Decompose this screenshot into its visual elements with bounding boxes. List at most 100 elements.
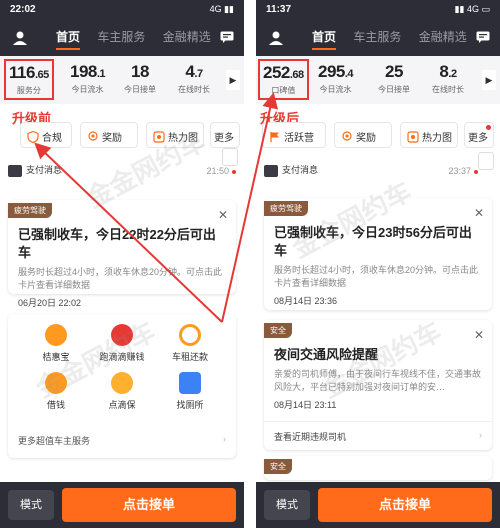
stat-online-hours[interactable]: 4.7 在线时长	[178, 62, 210, 95]
service-label: 点滴保	[108, 400, 136, 410]
service-label: 借钱	[46, 400, 65, 410]
close-icon[interactable]: ✕	[474, 328, 484, 342]
compliance-button[interactable]: 合规	[20, 122, 72, 148]
notification-dot	[486, 125, 491, 130]
tab-home[interactable]: 首页	[56, 28, 81, 50]
status-bar: 22:02 4G ▮▮	[0, 0, 244, 20]
stat-decimal: .68	[289, 69, 304, 81]
avatar-icon[interactable]	[12, 30, 28, 46]
stat-value: 18	[131, 62, 149, 81]
orange-cycle-icon	[179, 324, 201, 346]
chevron-right-icon[interactable]: ▶	[482, 70, 496, 90]
top-nav: 首页 车主服务 金融精选	[0, 24, 244, 50]
red-money-bag-icon	[111, 324, 133, 346]
medal-icon	[342, 130, 352, 141]
service-item[interactable]: 桔惠宝	[24, 324, 88, 363]
heatmap-button[interactable]: 热力图	[146, 122, 204, 148]
chevron-right-icon: ›	[479, 430, 482, 440]
stat-label: 在线时长	[432, 85, 464, 94]
tab-finance[interactable]: 金融精选	[163, 28, 211, 45]
reward-button[interactable]: 奖励	[334, 122, 392, 148]
mode-button[interactable]: 模式	[264, 490, 310, 520]
more-services-link[interactable]: 更多超值车主服务 ›	[18, 434, 226, 447]
unread-dot	[474, 169, 478, 174]
stat-value: 252	[263, 63, 290, 82]
close-icon[interactable]: ✕	[218, 208, 228, 222]
message-icon[interactable]	[220, 31, 234, 43]
take-order-button[interactable]: 点击接单	[62, 488, 236, 522]
quick-label: 热力图	[168, 133, 198, 144]
stats-row: 252.68 口碑值 295.4 今日流水 25 今日接单 8.2 在线时长 ▶	[256, 56, 500, 104]
service-item[interactable]: 找厕所	[158, 372, 222, 411]
stat-value: 25	[385, 62, 403, 81]
more-button[interactable]: 更多	[210, 122, 240, 148]
tab-finance[interactable]: 金融精选	[419, 28, 467, 45]
status-signal: 4G ▮▮	[209, 4, 234, 14]
card-title: 已强制收车，今日23时56分后可出车	[274, 225, 472, 258]
card-badge: 安全	[264, 323, 292, 338]
stat-today-orders[interactable]: 18 今日接单	[124, 62, 156, 95]
avatar-icon[interactable]	[268, 30, 284, 46]
stat-online-hours[interactable]: 8.2 在线时长	[432, 62, 464, 95]
restroom-icon	[179, 372, 201, 394]
left-phone-screen: 22:02 4G ▮▮ 首页 车主服务 金融精选 116.65 服务分 198.…	[0, 0, 244, 528]
payment-message-row[interactable]: 支付消息 23:37	[264, 163, 492, 183]
fatigue-card[interactable]: 疲劳驾驶 ✕ 已强制收车，今日22时22分后可出车 服务时长超过4小时，须收车休…	[8, 200, 236, 308]
status-time: 11:37	[266, 4, 292, 15]
card-body: 亲爱的司机师傅，由于夜间行车视线不佳，交通事故风险大，平台已特别加强对夜间订单的…	[274, 369, 482, 392]
stat-today-income[interactable]: 295.4 今日流水	[318, 62, 354, 95]
stat-today-income[interactable]: 198.1 今日流水	[70, 62, 106, 95]
stat-service-score[interactable]: 116.65 服务分	[4, 59, 54, 100]
active-camp-button[interactable]: 活跃营	[262, 122, 326, 148]
stat-reputation[interactable]: 252.68 口碑值	[258, 59, 309, 100]
tab-home[interactable]: 首页	[312, 28, 337, 50]
quick-label: 活跃营	[284, 133, 314, 144]
stat-label: 口碑值	[271, 86, 296, 95]
service-item[interactable]: 借钱	[24, 372, 88, 411]
payment-time: 21:50	[206, 166, 229, 176]
stat-decimal: .2	[448, 68, 457, 80]
mask-icon	[111, 372, 133, 394]
close-icon[interactable]: ✕	[474, 206, 484, 220]
take-order-button[interactable]: 点击接单	[318, 488, 492, 522]
reward-button[interactable]: 奖励	[80, 122, 138, 148]
shield-icon	[27, 130, 39, 143]
stat-decimal: .4	[344, 68, 354, 80]
heatmap-button[interactable]: 热力图	[400, 122, 458, 148]
stat-label: 今日流水	[71, 85, 104, 94]
stat-label: 今日流水	[319, 85, 352, 94]
mode-button[interactable]: 模式	[8, 490, 54, 520]
card-title: 已强制收车，今日22时22分后可出车	[18, 227, 216, 260]
stat-decimal: .7	[194, 68, 203, 80]
quick-actions: 合规 奖励 热力图 更多	[6, 122, 240, 150]
payment-message-row[interactable]: 支付消息 21:50	[8, 163, 236, 183]
more-button[interactable]: 更多	[464, 122, 494, 148]
stat-decimal: .65	[34, 69, 49, 81]
heatmap-icon	[153, 130, 165, 143]
service-item[interactable]: 点滴保	[90, 372, 154, 411]
violation-drivers-link[interactable]: 查看近期违规司机 ›	[264, 421, 492, 451]
card-body: 服务时长超过4小时，须收车休息20分钟。可点击此卡片查看详细数据	[18, 267, 223, 290]
yen-drop-icon	[45, 372, 67, 394]
message-icon[interactable]	[476, 31, 490, 43]
stat-today-orders[interactable]: 25 今日接单	[378, 62, 410, 95]
quick-label: 合规	[42, 133, 62, 144]
service-item[interactable]: 车租还款	[158, 324, 222, 363]
orange-drop-icon	[45, 324, 67, 346]
stat-label: 今日接单	[124, 85, 156, 94]
safety-card[interactable]: 安全 ✕ 夜间交通风险提醒 亲爱的司机师傅，由于夜间行车视线不佳，交通事故风险大…	[264, 320, 492, 450]
service-item[interactable]: 跑滴滴赚钱	[90, 324, 154, 363]
card-icon	[8, 164, 22, 177]
safety-card-2[interactable]: 安全	[264, 456, 492, 480]
tab-owner-services[interactable]: 车主服务	[353, 28, 401, 45]
fatigue-card[interactable]: 疲劳驾驶 ✕ 已强制收车，今日23时56分后可出车 服务时长超过4小时，须收车休…	[264, 198, 492, 310]
status-bar: 11:37 ▮▮ 4G ▭	[256, 0, 500, 20]
stat-decimal: .1	[96, 68, 106, 80]
tab-owner-services[interactable]: 车主服务	[97, 28, 145, 45]
service-label: 车租还款	[171, 352, 208, 362]
stats-row: 116.65 服务分 198.1 今日流水 18 今日接单 4.7 在线时长 ▶	[0, 56, 244, 104]
flag-icon	[270, 131, 279, 142]
chevron-right-icon[interactable]: ▶	[226, 70, 240, 90]
payment-label: 支付消息	[282, 165, 319, 175]
card-badge: 疲劳驾驶	[8, 203, 52, 218]
